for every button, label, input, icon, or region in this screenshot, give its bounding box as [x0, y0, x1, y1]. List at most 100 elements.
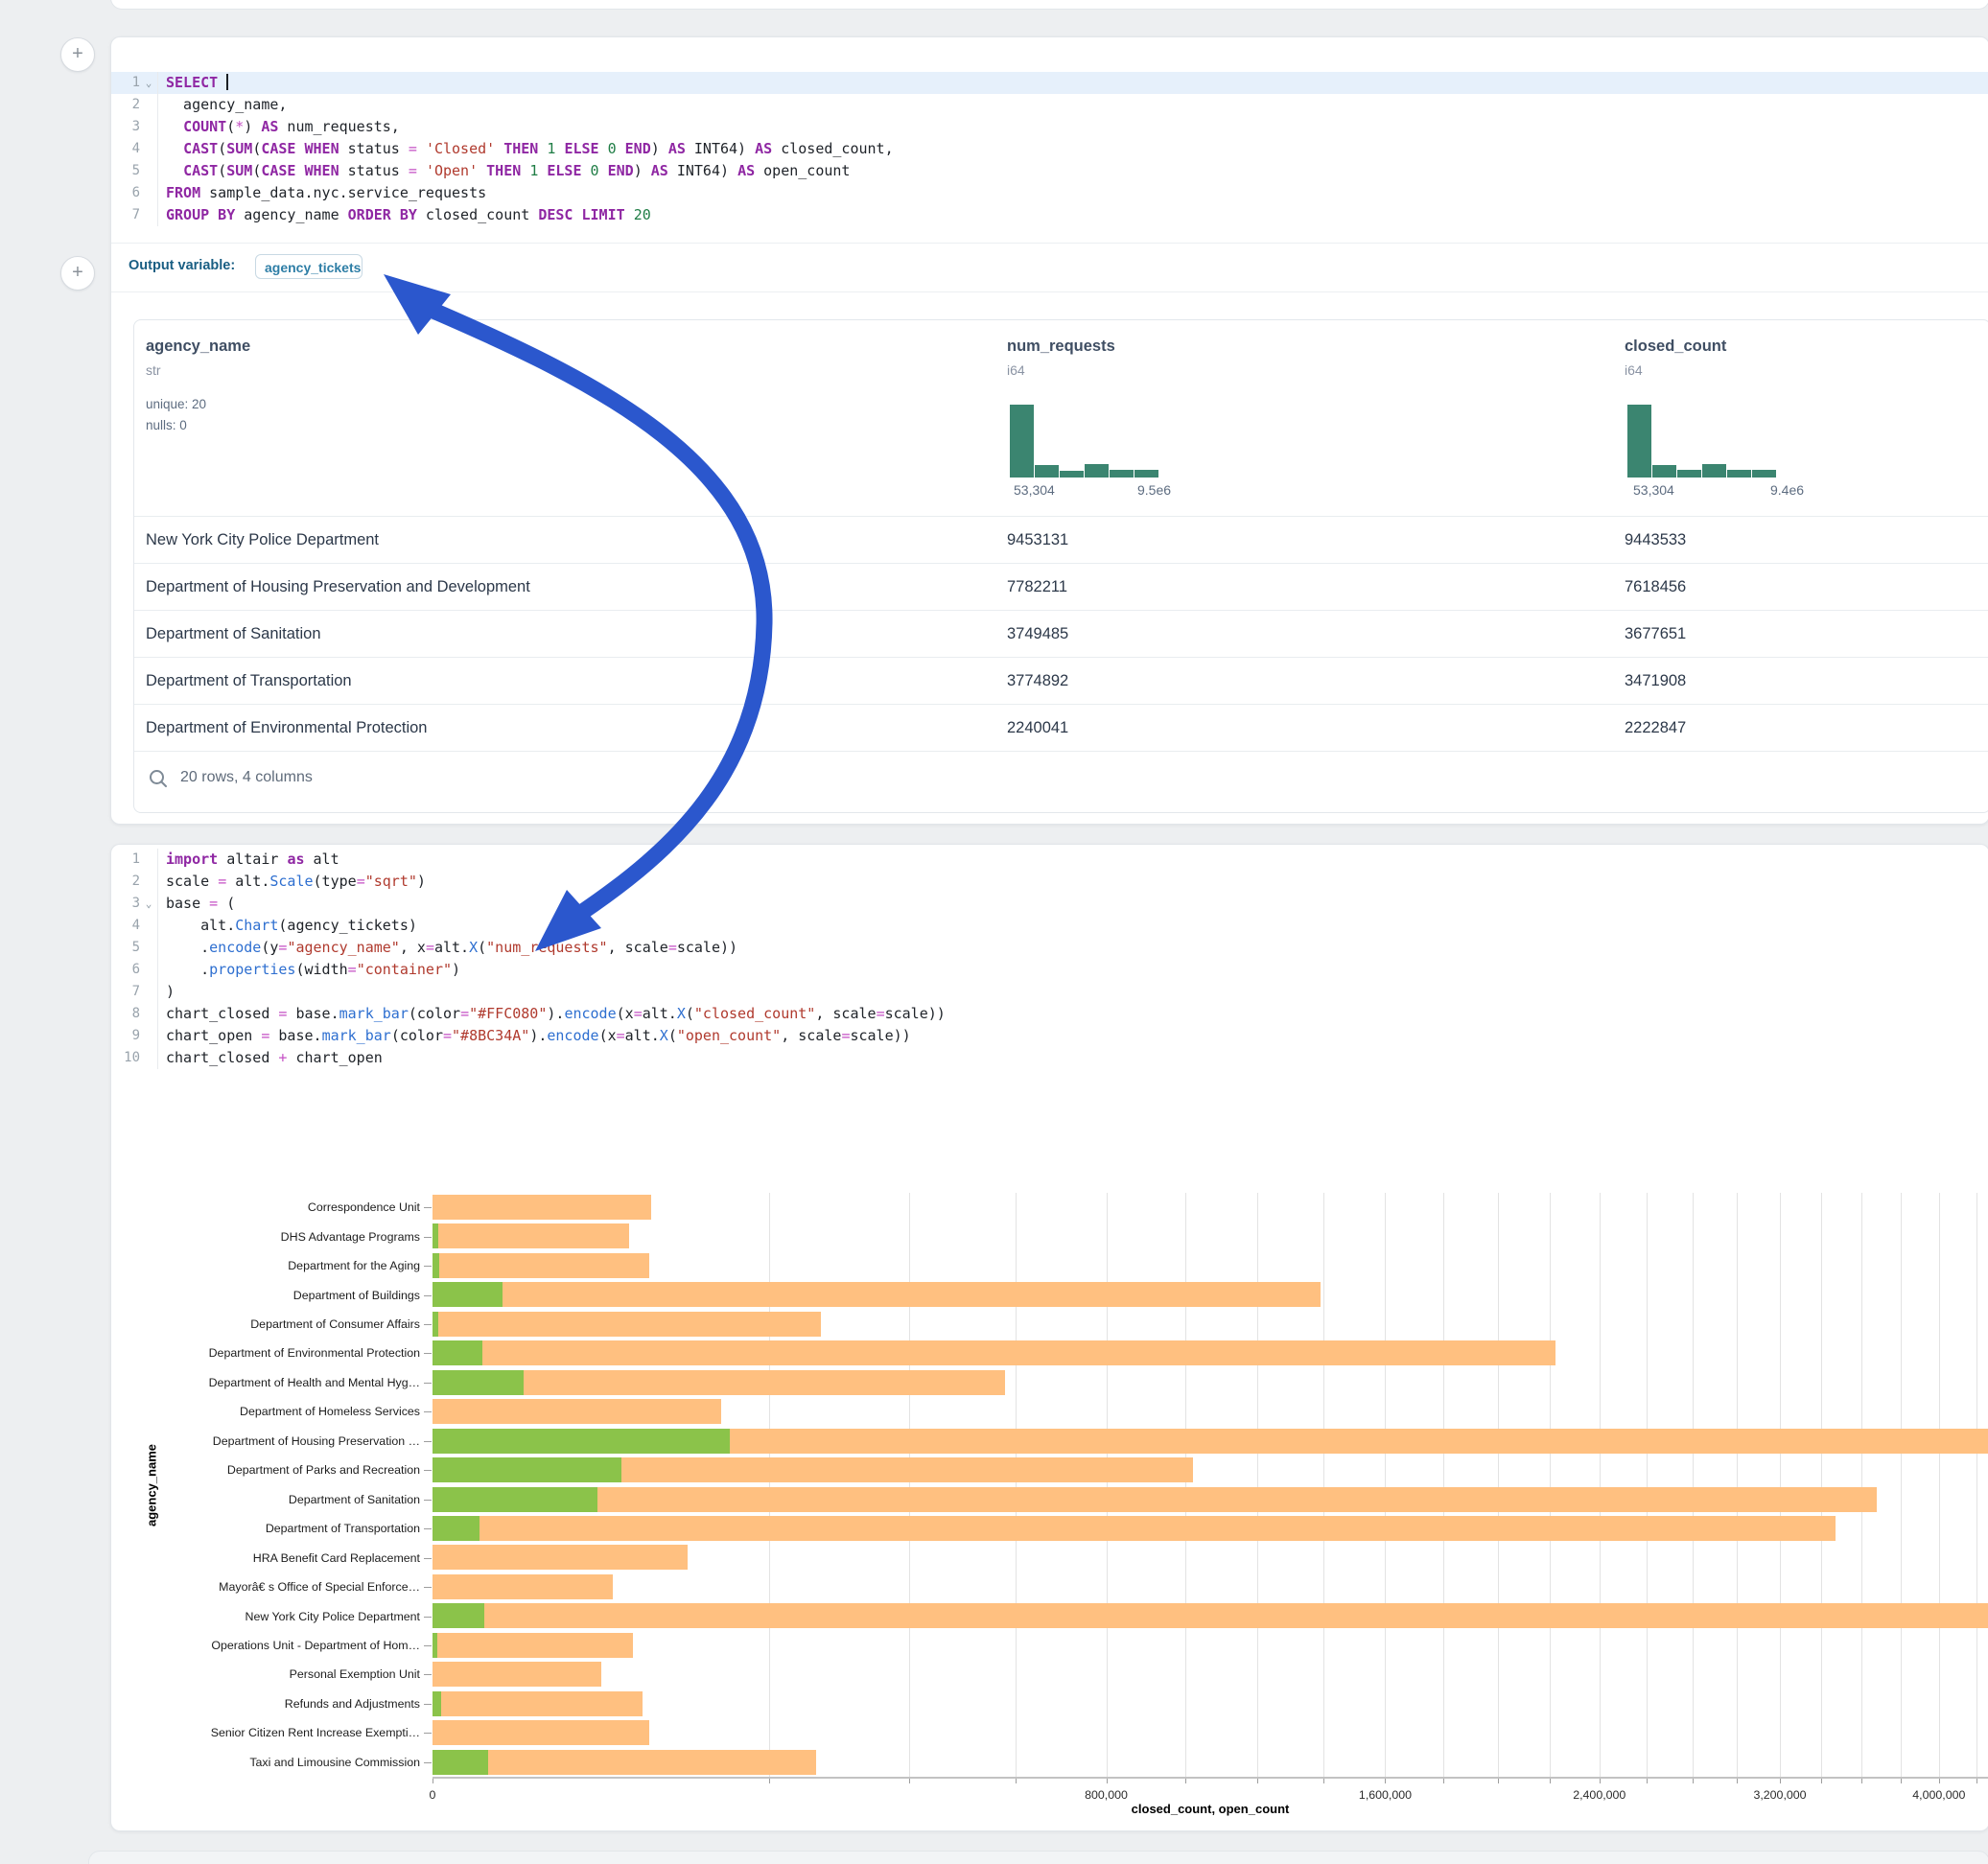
y-axis-label: Department of Consumer Affairs: [113, 1317, 420, 1331]
bar-closed: [433, 1253, 649, 1278]
line-number: 1: [111, 72, 140, 94]
x-axis-tick: [1498, 1779, 1499, 1783]
x-tick-label: 4,000,000: [1912, 1788, 1965, 1802]
x-tick-label: 1,600,000: [1359, 1788, 1412, 1802]
y-axis-label: HRA Benefit Card Replacement: [113, 1551, 420, 1565]
table-cell: 3471908: [1625, 658, 1686, 705]
bar-open: [433, 1516, 479, 1541]
notebook-page: + + 1⌄SELECT2 agency_name,3 COUNT(*) AS …: [0, 0, 1988, 1864]
histogram-bar: [1627, 405, 1651, 478]
y-axis-label: Department of Environmental Protection: [113, 1346, 420, 1360]
table-cell: 3677651: [1625, 611, 1686, 658]
histogram-bar: [1677, 470, 1701, 478]
bar-closed: [433, 1750, 816, 1775]
code-text: CAST(SUM(CASE WHEN status = 'Closed' THE…: [157, 138, 894, 160]
fold-toggle-icon[interactable]: [140, 182, 157, 204]
histogram-bar: [1752, 470, 1776, 478]
table-cell: 2222847: [1625, 705, 1686, 752]
histogram-bar: [1085, 464, 1109, 478]
table-cell: Department of Sanitation: [146, 611, 321, 658]
sql-editor[interactable]: 1⌄SELECT2 agency_name,3 COUNT(*) AS num_…: [111, 72, 1988, 226]
column-name: closed_count: [1625, 338, 1726, 356]
fold-toggle-icon[interactable]: [140, 160, 157, 182]
code-text: SELECT: [157, 72, 228, 94]
table-row[interactable]: New York City Police Department945313194…: [134, 516, 1988, 564]
bar-open: [433, 1253, 439, 1278]
bar-closed: [433, 1399, 721, 1424]
y-axis-tick: [424, 1500, 432, 1501]
y-axis-tick: [424, 1704, 432, 1705]
y-axis-tick: [424, 1207, 432, 1208]
code-line: 1⌄SELECT: [111, 72, 1988, 94]
y-axis-label: Senior Citizen Rent Increase Exempti…: [113, 1726, 420, 1739]
y-axis-tick: [424, 1353, 432, 1354]
x-tick-label: 0: [430, 1788, 436, 1802]
x-axis-tick: [1443, 1779, 1444, 1783]
table-cell: 9453131: [1007, 517, 1068, 564]
table-cell: 2240041: [1007, 705, 1068, 752]
table-cell: Department of Transportation: [146, 658, 352, 705]
code-text: GROUP BY agency_name ORDER BY closed_cou…: [157, 204, 651, 226]
histogram-bar: [1652, 465, 1676, 478]
y-axis-tick: [424, 1441, 432, 1442]
y-axis-tick: [424, 1324, 432, 1325]
y-axis-label: Department for the Aging: [113, 1259, 420, 1272]
column-type: i64: [1007, 362, 1025, 378]
bar-open: [433, 1282, 503, 1307]
table-cell: New York City Police Department: [146, 517, 379, 564]
y-axis-label: Mayorâ€ s Office of Special Enforce…: [113, 1580, 420, 1594]
table-row[interactable]: Department of Housing Preservation and D…: [134, 563, 1988, 611]
bar-closed: [433, 1312, 821, 1337]
y-axis-label: Department of Homeless Services: [113, 1405, 420, 1418]
y-axis-label: Taxi and Limousine Commission: [113, 1756, 420, 1769]
search-icon[interactable]: [148, 768, 169, 789]
x-axis-tick: [1323, 1779, 1324, 1783]
bar-open: [433, 1223, 438, 1248]
x-axis-tick: [1780, 1779, 1781, 1783]
add-cell-button-middle[interactable]: +: [60, 256, 95, 291]
table-row[interactable]: Department of Environmental Protection22…: [134, 704, 1988, 752]
y-axis-tick: [424, 1733, 432, 1734]
bar-closed: [433, 1195, 651, 1220]
table-cell: 7782211: [1007, 564, 1067, 611]
y-axis-tick: [424, 1266, 432, 1267]
y-axis-tick: [424, 1617, 432, 1618]
table-cell: Department of Housing Preservation and D…: [146, 564, 530, 611]
bar-open: [433, 1370, 524, 1395]
bar-open: [433, 1487, 597, 1512]
add-cell-button-top[interactable]: +: [60, 37, 95, 72]
result-table: agency_name str unique: 20 nulls: 0 num_…: [133, 319, 1988, 813]
row-count-label: 20 rows, 4 columns: [180, 769, 313, 786]
fold-toggle-icon[interactable]: ⌄: [140, 72, 157, 94]
y-axis-label: Department of Housing Preservation …: [113, 1434, 420, 1448]
bar-closed: [433, 1282, 1321, 1307]
bar-closed: [433, 1223, 629, 1248]
x-axis-tick: [769, 1779, 770, 1783]
x-axis-tick: [1861, 1779, 1862, 1783]
y-axis-tick: [424, 1528, 432, 1529]
y-axis-tick: [424, 1411, 432, 1412]
histogram-bar: [1010, 405, 1034, 478]
bar-open: [433, 1750, 488, 1775]
divider: [111, 291, 1988, 292]
output-variable-label: Output variable:: [129, 258, 235, 273]
x-axis-tick: [1939, 1779, 1940, 1783]
bar-closed: [433, 1603, 1988, 1628]
fold-toggle-icon[interactable]: [140, 94, 157, 116]
column-name: agency_name: [146, 338, 250, 356]
fold-toggle-icon[interactable]: [140, 204, 157, 226]
table-row[interactable]: Department of Sanitation37494853677651: [134, 610, 1988, 658]
next-cell-edge: [88, 1851, 1988, 1864]
histogram-bar: [1727, 470, 1751, 478]
histogram-bar: [1060, 471, 1084, 478]
y-axis-label: Department of Transportation: [113, 1522, 420, 1535]
x-tick-label: 2,400,000: [1573, 1788, 1625, 1802]
column-name: num_requests: [1007, 338, 1115, 356]
output-variable-tag[interactable]: agency_tickets: [255, 254, 363, 279]
table-row[interactable]: Department of Transportation377489234719…: [134, 657, 1988, 705]
y-axis-label: New York City Police Department: [113, 1610, 420, 1623]
sql-cell: 1⌄SELECT2 agency_name,3 COUNT(*) AS num_…: [110, 36, 1988, 825]
text-cursor: [226, 74, 228, 90]
fold-toggle-icon[interactable]: [140, 138, 157, 160]
fold-toggle-icon[interactable]: [140, 116, 157, 138]
